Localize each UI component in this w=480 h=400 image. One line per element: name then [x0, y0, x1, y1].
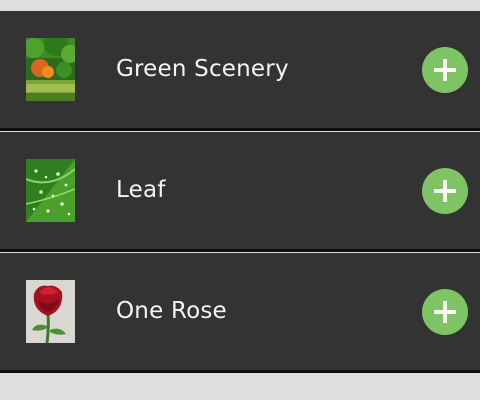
plus-icon [434, 301, 456, 323]
add-button[interactable] [422, 168, 468, 214]
add-button[interactable] [422, 47, 468, 93]
green-scenery-thumbnail [26, 38, 75, 101]
leaf-thumbnail [26, 159, 75, 222]
item-title: Leaf [116, 177, 166, 203]
item-title: One Rose [116, 298, 227, 324]
plus-icon [434, 59, 456, 81]
rose-thumbnail [26, 280, 75, 343]
list-item[interactable]: One Rose [0, 253, 480, 373]
item-title: Green Scenery [116, 56, 289, 82]
add-button[interactable] [422, 289, 468, 335]
plus-icon [434, 180, 456, 202]
list-item[interactable]: Leaf [0, 132, 480, 252]
image-list: Green Scenery Leaf One Rose [0, 11, 480, 374]
list-item[interactable]: Green Scenery [0, 11, 480, 131]
